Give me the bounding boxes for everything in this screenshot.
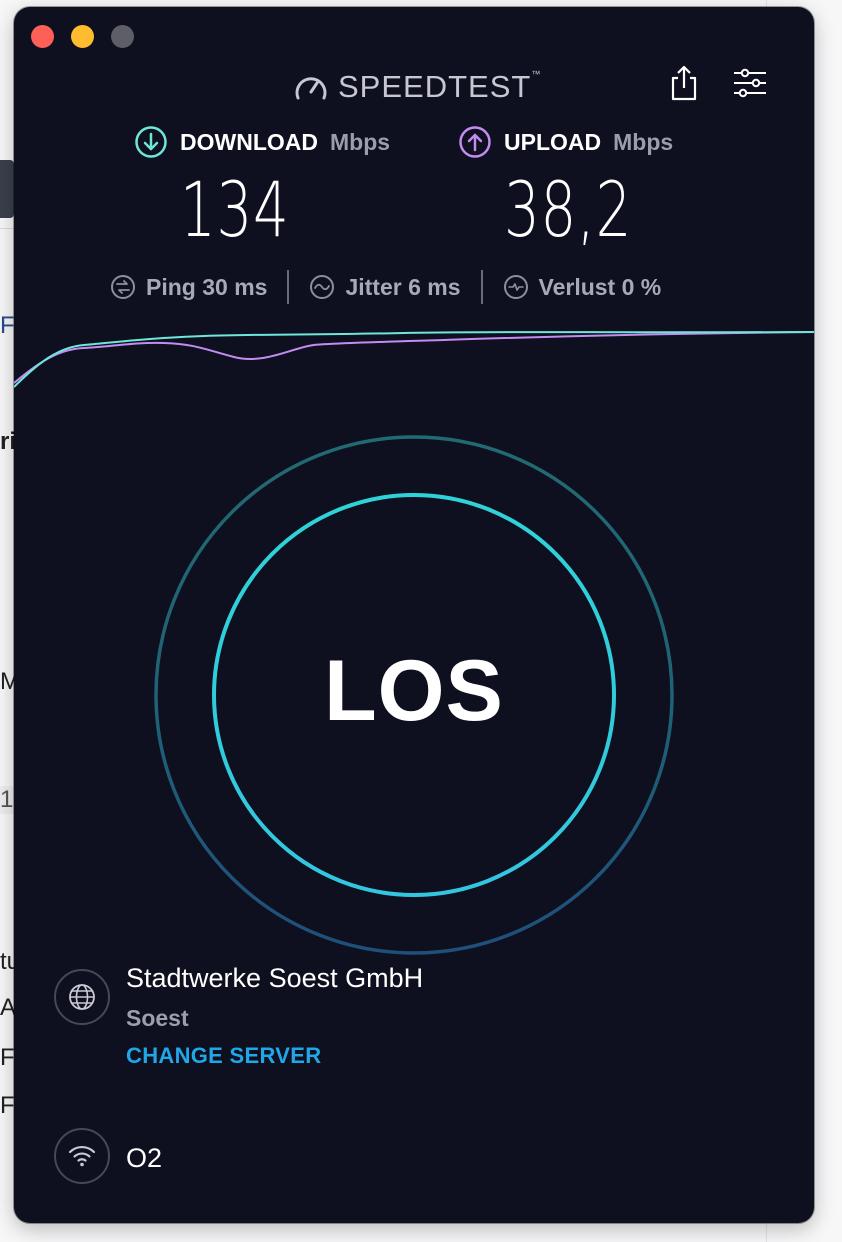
server-button[interactable] <box>54 969 110 1025</box>
speed-graph <box>14 331 814 388</box>
start-test-button[interactable]: LOS <box>214 495 614 895</box>
maximize-window-button[interactable] <box>111 25 134 48</box>
trademark: ™ <box>531 69 542 79</box>
packet-loss-text: Verlust 0 % <box>538 273 662 300</box>
ping-icon <box>111 275 135 299</box>
download-arrow-icon <box>135 126 167 158</box>
speedometer-icon <box>295 77 327 100</box>
connection-button[interactable] <box>54 1128 110 1184</box>
speedtest-window: SPEEDTEST™ DOWNLOAD Mbps 134 UPLOAD Mbps… <box>14 7 814 1223</box>
packet-loss-icon <box>503 275 528 299</box>
jitter-stat: Jitter 6 ms <box>309 273 461 301</box>
server-name: Stadtwerke Soest GmbH <box>126 963 424 993</box>
jitter-icon <box>310 275 335 299</box>
divider <box>287 270 290 304</box>
provider-name: O2 <box>126 1143 163 1173</box>
jitter-text: Jitter 6 ms <box>345 273 461 300</box>
upload-header: UPLOAD Mbps <box>458 125 673 159</box>
upload-value: 38,2 <box>504 165 633 254</box>
speedtest-logo: SPEEDTEST™ <box>294 67 541 107</box>
download-header: DOWNLOAD Mbps <box>134 125 390 159</box>
latency-stats: Ping 30 ms Jitter 6 ms Verlust 0 % <box>110 264 661 310</box>
share-icon <box>671 65 697 101</box>
minimize-window-button[interactable] <box>71 25 94 48</box>
globe-icon <box>69 984 95 1010</box>
download-unit: Mbps <box>329 128 391 155</box>
upload-arrow-icon <box>459 126 491 158</box>
close-window-button[interactable] <box>31 25 54 48</box>
divider <box>480 270 483 304</box>
share-button[interactable] <box>666 65 702 101</box>
wifi-icon <box>68 1145 96 1167</box>
download-label: DOWNLOAD <box>180 128 318 155</box>
server-location: Soest <box>126 1005 189 1031</box>
ping-stat: Ping 30 ms <box>110 274 267 301</box>
background-sidebar-item <box>0 160 14 218</box>
change-server-link[interactable]: CHANGE SERVER <box>126 1043 321 1069</box>
packet-loss-stat: Verlust 0 % <box>503 273 662 301</box>
settings-button[interactable] <box>732 65 768 101</box>
sliders-icon <box>734 68 766 98</box>
divider <box>0 228 14 229</box>
ping-text: Ping 30 ms <box>146 273 268 300</box>
logo-text: SPEEDTEST <box>338 69 532 104</box>
upload-unit: Mbps <box>613 128 674 155</box>
download-value: 134 <box>180 165 290 254</box>
upload-label: UPLOAD <box>504 128 602 155</box>
start-test-label: LOS <box>324 642 504 739</box>
